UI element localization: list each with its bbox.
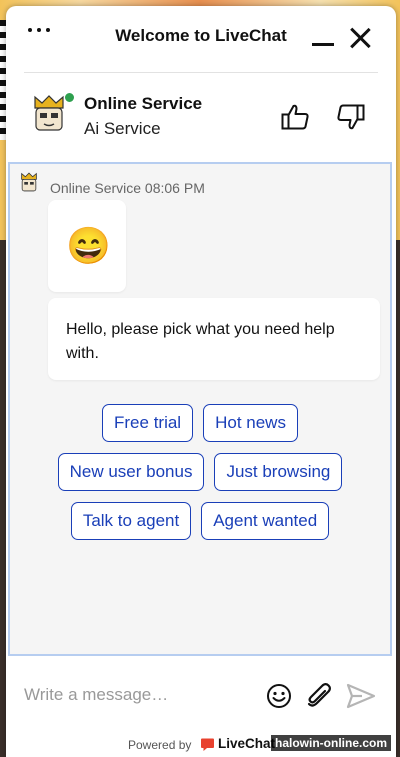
- thumbs-down-icon[interactable]: [336, 102, 366, 132]
- message-input[interactable]: [22, 682, 256, 708]
- quick-reply-row: New user bonus Just browsing: [10, 453, 390, 491]
- quick-reply-new-user-bonus[interactable]: New user bonus: [57, 453, 205, 491]
- quick-reply-free-trial[interactable]: Free trial: [102, 404, 194, 442]
- header-divider: [24, 72, 378, 73]
- send-icon[interactable]: [346, 683, 376, 709]
- message-avatar: [21, 172, 37, 192]
- online-status-dot: [64, 92, 75, 103]
- quick-reply-agent-wanted[interactable]: Agent wanted: [201, 502, 330, 540]
- thumbs-up-icon[interactable]: [280, 102, 310, 132]
- attachment-icon[interactable]: [305, 682, 333, 710]
- chat-area[interactable]: Online Service 08:06 PM 😄 Hello, please …: [8, 162, 392, 656]
- quick-reply-row: Talk to agent Agent wanted: [10, 502, 390, 540]
- agent-role: Ai Service: [84, 119, 161, 138]
- agent-name: Online Service: [84, 94, 203, 113]
- grinning-face-emoji: 😄: [66, 225, 111, 266]
- title-bar: Welcome to LiveChat: [6, 6, 396, 66]
- quick-reply-hot-news[interactable]: Hot news: [203, 404, 298, 442]
- minimize-icon[interactable]: [312, 43, 334, 46]
- message-composer: [6, 658, 396, 730]
- livechat-logo-icon[interactable]: [200, 737, 215, 752]
- agent-header: Online Service Ai Service: [6, 76, 396, 158]
- powered-by-label: Powered by: [128, 738, 192, 752]
- text-message-bubble: Hello, please pick what you need help wi…: [48, 298, 380, 380]
- quick-reply-talk-to-agent[interactable]: Talk to agent: [70, 502, 192, 540]
- site-watermark: halowin-online.com: [271, 735, 392, 751]
- quick-reply-row: Free trial Hot news: [10, 404, 390, 442]
- close-icon[interactable]: [348, 26, 372, 50]
- emoji-message-bubble: 😄: [48, 200, 126, 292]
- message-meta: Online Service 08:06 PM: [50, 180, 205, 196]
- livechat-widget: Welcome to LiveChat Online Service Ai Se…: [6, 6, 396, 757]
- quick-reply-just-browsing[interactable]: Just browsing: [214, 453, 343, 491]
- agent-avatar: [34, 95, 64, 131]
- livechat-brand-link[interactable]: LiveChat: [218, 736, 275, 751]
- widget-title: Welcome to LiveChat: [115, 26, 287, 45]
- emoji-picker-icon[interactable]: [266, 683, 292, 709]
